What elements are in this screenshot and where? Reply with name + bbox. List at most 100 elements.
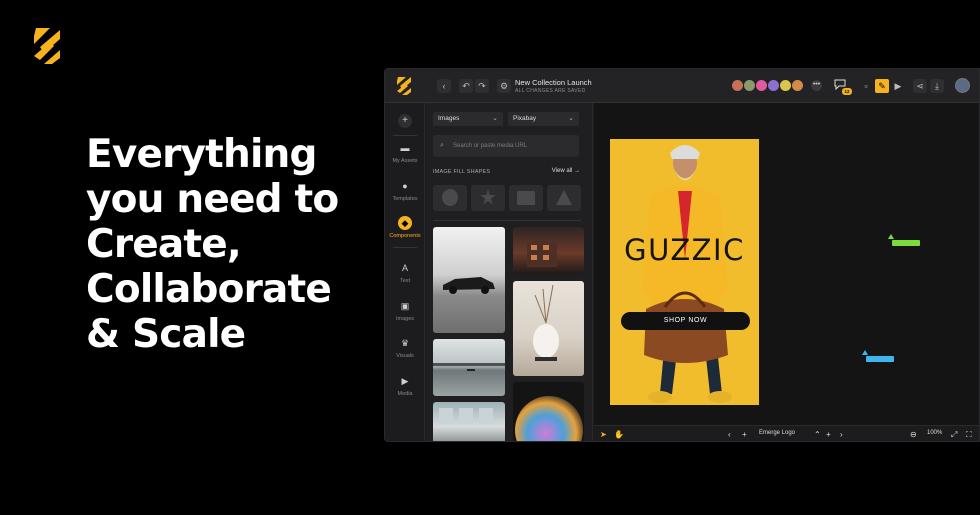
pointer-tool-icon[interactable]: ➤ [600, 429, 607, 440]
settings-button[interactable]: ⚙ [497, 79, 511, 93]
search-icon: ⌕ [440, 142, 444, 149]
shape-circle[interactable] [433, 185, 467, 211]
download-button[interactable]: ⤓ [930, 79, 944, 93]
left-rail: + ▬ My Assets ● Templates ◆ Components A… [385, 103, 425, 441]
share-icon: ⋖ [916, 81, 924, 91]
rail-item-images[interactable]: ▣ Images [385, 299, 425, 322]
view-all-link[interactable]: View all → [552, 168, 580, 174]
divider [393, 135, 417, 136]
rail-item-label: Templates [392, 196, 418, 202]
rail-item-text[interactable]: A Text [385, 261, 425, 284]
rail-item-label: My Assets [392, 158, 418, 164]
media-type-select[interactable]: Images ⌄ [433, 112, 503, 126]
collaborator-tag [866, 356, 894, 362]
rail-item-label: Media [397, 391, 413, 397]
media-source-select[interactable]: Pixabay ⌄ [508, 112, 579, 126]
redo-icon: ↷ [478, 81, 486, 91]
rail-item-templates[interactable]: ● Templates [385, 179, 425, 202]
preview-button[interactable]: ▶ [891, 79, 905, 93]
fullscreen-icon[interactable]: ⛶ [966, 429, 972, 440]
chevron-down-icon: ⌄ [492, 115, 498, 122]
image-thumbnail[interactable] [433, 227, 505, 333]
image-thumbnail[interactable] [513, 227, 584, 274]
rail-item-my-assets[interactable]: ▬ My Assets [385, 141, 425, 164]
shape-square[interactable] [509, 185, 543, 211]
text-icon: A [401, 263, 408, 273]
back-button[interactable]: ‹ [437, 79, 451, 93]
shape-triangle[interactable] [547, 185, 581, 211]
rail-item-label: Images [395, 316, 415, 322]
rail-item-label: Components [389, 233, 421, 239]
add-page-icon[interactable]: + [742, 429, 747, 440]
undo-icon: ↶ [462, 81, 470, 91]
design-canvas[interactable]: GUZZIC SHOP NOW [594, 103, 979, 425]
more-icon: ••• [812, 81, 821, 88]
components-icon: ◆ [398, 216, 412, 230]
crown-icon: ♛ [400, 338, 410, 348]
headline-line: & Scale [86, 312, 246, 357]
chevron-up-icon[interactable]: ⌃ [814, 429, 821, 440]
model-image [642, 145, 732, 403]
collaborator-cursor [862, 350, 868, 355]
poster-artboard[interactable]: GUZZIC SHOP NOW [610, 139, 759, 405]
add-button[interactable]: + [385, 114, 425, 128]
square-shape-icon [517, 191, 535, 205]
media-type-value: Images [438, 115, 460, 122]
rail-item-label: Visuals [396, 353, 414, 359]
redo-button[interactable]: ↷ [475, 79, 489, 93]
avatar[interactable] [791, 79, 804, 92]
save-status: ALL CHANGES ARE SAVED [515, 88, 586, 94]
edit-mode-button[interactable]: ✎ [875, 79, 889, 93]
divider [433, 220, 581, 221]
current-layer-name[interactable]: Emerge Logo [759, 430, 795, 436]
search-input[interactable]: ⌕ Search or paste media URL [433, 135, 579, 157]
plus-icon: + [398, 114, 412, 128]
media-source-value: Pixabay [513, 115, 537, 122]
divider [393, 247, 417, 248]
poster-shop-now-button[interactable]: SHOP NOW [621, 312, 750, 330]
headline-line: Collaborate [86, 267, 332, 312]
bottom-bar: ➤ ✋ ‹ + Emerge Logo ⌃ + › ⊖ 100% ⤢ ⛶ [594, 425, 979, 441]
collaborator-tag [892, 240, 920, 246]
rail-item-label: Text [399, 278, 411, 284]
share-button[interactable]: ⋖ [913, 79, 927, 93]
image-thumbnail[interactable] [433, 339, 505, 396]
app-logo-icon[interactable] [395, 76, 413, 96]
image-thumbnail[interactable] [433, 402, 505, 441]
headline-line: you need to [86, 177, 339, 222]
download-icon: ⤓ [935, 81, 939, 91]
headline-line: Create, [86, 222, 242, 267]
rail-item-media[interactable]: ▶ Media [385, 374, 425, 397]
poster-brand-text[interactable]: GUZZIC [610, 233, 759, 267]
select-mode-button[interactable]: ▫ [859, 79, 873, 93]
document-title[interactable]: New Collection Launch [515, 78, 592, 87]
headline-line: Everything [86, 132, 317, 177]
image-thumbnail[interactable] [513, 281, 584, 376]
lake-image [433, 363, 505, 371]
user-avatar[interactable] [955, 78, 970, 93]
more-collaborators-button[interactable]: ••• [811, 80, 822, 91]
zoom-out-icon[interactable]: ⊖ [910, 429, 917, 440]
rail-item-visuals[interactable]: ♛ Visuals [385, 336, 425, 359]
image-thumbnail[interactable] [513, 382, 584, 441]
zoom-level[interactable]: 100% [927, 430, 942, 436]
circle-shape-icon [442, 189, 458, 206]
view-all-label: View all [551, 168, 573, 174]
rail-item-components[interactable]: ◆ Components [385, 216, 425, 239]
play-icon: ▶ [894, 81, 902, 91]
asset-panel: Images ⌄ Pixabay ⌄ ⌕ Search or paste med… [426, 103, 593, 441]
search-placeholder: Search or paste media URL [453, 143, 528, 149]
hand-tool-icon[interactable]: ✋ [614, 429, 624, 440]
star-shape-icon [480, 189, 496, 205]
chevron-right-icon[interactable]: › [840, 429, 843, 440]
add-page-icon[interactable]: + [826, 429, 831, 440]
chevron-left-icon: ‹ [442, 81, 446, 91]
shape-star[interactable] [471, 185, 505, 211]
car-image [443, 277, 495, 294]
undo-button[interactable]: ↶ [459, 79, 473, 93]
chevron-left-icon[interactable]: ‹ [728, 429, 731, 440]
fit-screen-icon[interactable]: ⤢ [951, 429, 957, 440]
play-icon: ▶ [401, 376, 409, 386]
collaborator-cursor [888, 234, 894, 239]
editor-window: ‹ ↶ ↷ ⚙ New Collection Launch ALL CHANGE… [384, 68, 980, 442]
